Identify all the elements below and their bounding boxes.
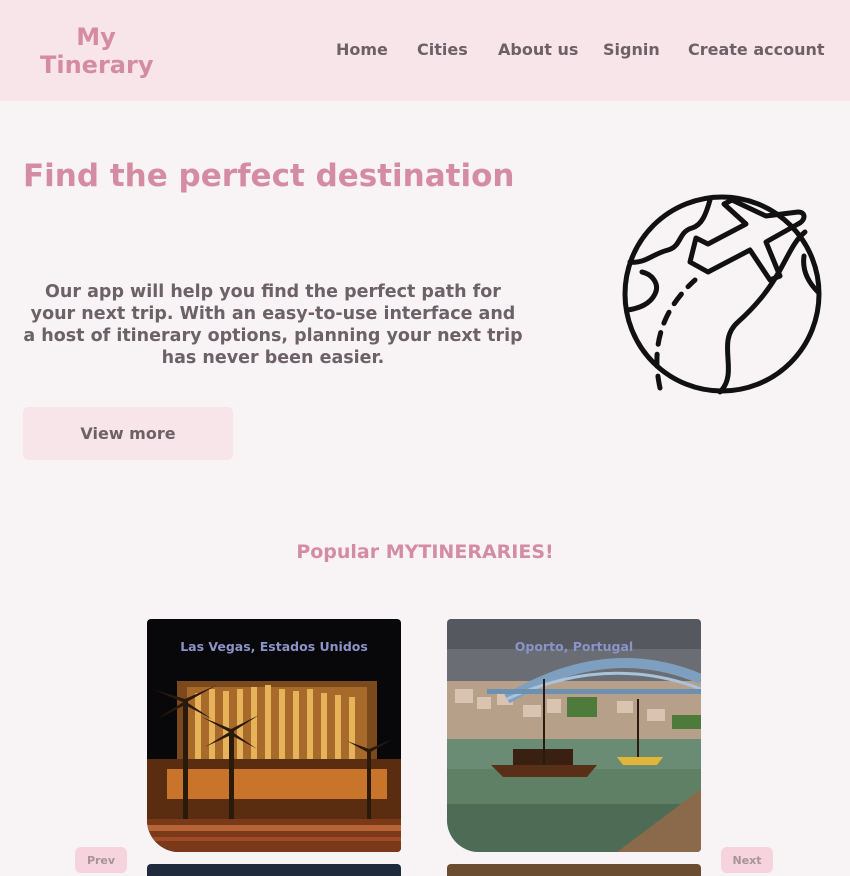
- carousel-prev-button[interactable]: Prev: [75, 847, 127, 873]
- nav-cities-link[interactable]: Cities: [417, 40, 468, 59]
- globe-with-airplane-icon: [622, 194, 822, 395]
- nav-home-link[interactable]: Home: [336, 40, 388, 59]
- hero-title: Find the perfect destination: [23, 158, 515, 194]
- nav-create-account-link[interactable]: Create account: [688, 40, 825, 59]
- city-card-peek[interactable]: [147, 864, 401, 876]
- city-card-peek[interactable]: [447, 864, 701, 876]
- popular-title: Popular MYTINERARIES!: [296, 541, 554, 563]
- city-card-title: Oporto, Portugal: [514, 639, 634, 654]
- city-card-title: Las Vegas, Estados Unidos: [180, 639, 368, 654]
- brand-logo-line2: Tinerary: [40, 51, 154, 79]
- city-card-las-vegas[interactable]: Las Vegas, Estados Unidos: [147, 619, 401, 852]
- top-navbar: My Tinerary Home Cities About us Signin …: [0, 0, 850, 101]
- nav-signin-link[interactable]: Signin: [603, 40, 660, 59]
- carousel-next-button[interactable]: Next: [721, 847, 773, 873]
- view-more-button[interactable]: View more: [23, 407, 233, 460]
- brand-logo-line1: My: [76, 23, 116, 51]
- brand-logo[interactable]: My Tinerary: [40, 23, 154, 79]
- hero-description: Our app will help you find the perfect p…: [23, 282, 523, 368]
- nav-about-link[interactable]: About us: [498, 40, 578, 59]
- city-card-oporto[interactable]: Oporto, Portugal: [447, 619, 701, 852]
